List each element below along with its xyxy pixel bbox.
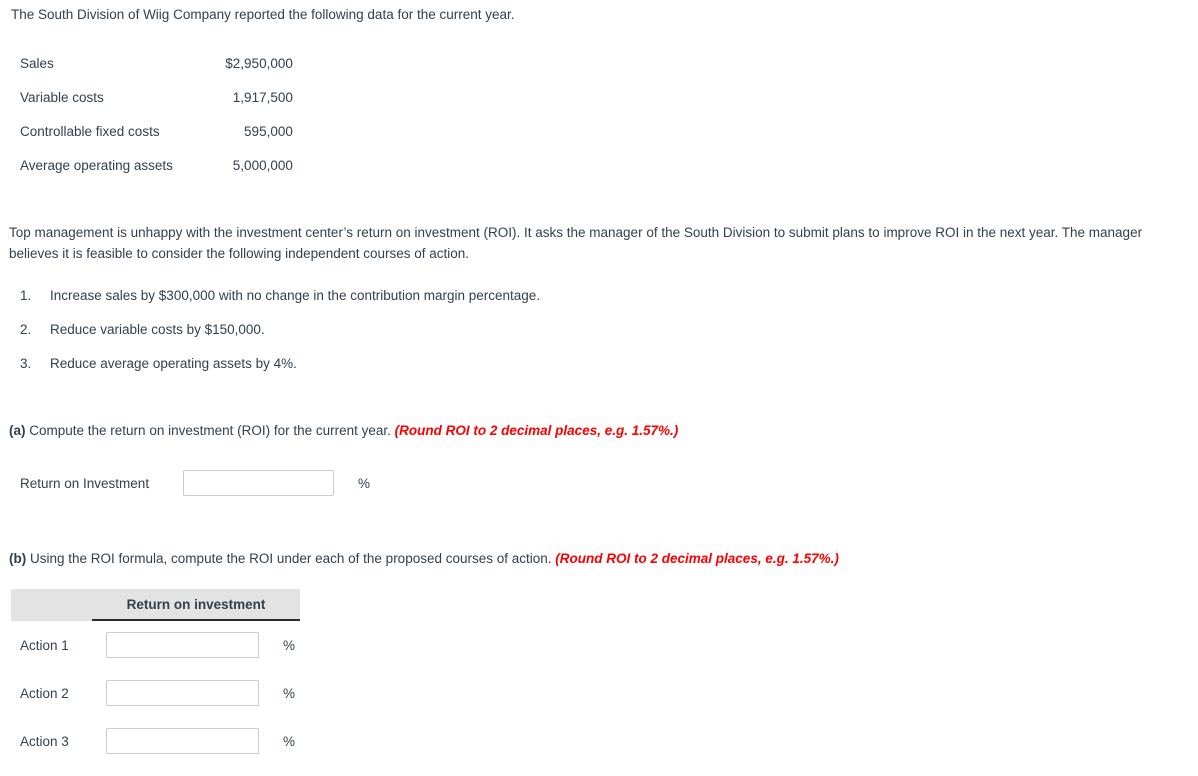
table-row: Variable costs 1,917,500 bbox=[11, 80, 304, 114]
action-2-label: Action 2 bbox=[20, 685, 69, 701]
table-row: Controllable fixed costs 595,000 bbox=[11, 114, 304, 148]
table-row: Action 1 % bbox=[11, 621, 300, 669]
list-item: 2. Reduce variable costs by $150,000. bbox=[11, 322, 711, 356]
list-item-label: Reduce average operating assets by 4%. bbox=[50, 356, 297, 371]
question-b-marker: (b) bbox=[9, 551, 27, 566]
roi-answer-table: Return on investment Action 1 % Action 2… bbox=[11, 589, 300, 765]
table-row: Average operating assets 5,000,000 bbox=[11, 148, 304, 182]
data-row-value: 1,917,500 bbox=[232, 89, 293, 105]
table-row: Sales $2,950,000 bbox=[11, 46, 304, 80]
question-a-prompt: (a) Compute the return on investment (RO… bbox=[9, 422, 678, 440]
list-item-label: Reduce variable costs by $150,000. bbox=[50, 322, 265, 337]
question-b-text: Using the ROI formula, compute the ROI u… bbox=[26, 551, 556, 566]
context-paragraph: Top management is unhappy with the inves… bbox=[9, 225, 1143, 261]
table-row: Action 3 % bbox=[11, 717, 300, 765]
return-on-investment-input[interactable] bbox=[183, 470, 334, 496]
return-on-investment-label: Return on Investment bbox=[20, 475, 150, 491]
percent-symbol: % bbox=[283, 637, 296, 653]
data-row-label: Sales bbox=[20, 55, 54, 71]
data-row-value: 595,000 bbox=[244, 123, 293, 139]
percent-symbol: % bbox=[283, 733, 296, 749]
data-row-value: 5,000,000 bbox=[232, 157, 293, 173]
list-item-label: Increase sales by $300,000 with no chang… bbox=[50, 288, 541, 303]
percent-symbol: % bbox=[358, 475, 371, 491]
list-item-number: 1. bbox=[20, 288, 32, 303]
courses-of-action-list: 1. Increase sales by $300,000 with no ch… bbox=[11, 288, 711, 390]
action-3-input-cell: % bbox=[106, 728, 300, 754]
table-row: Action 2 % bbox=[11, 669, 300, 717]
roi-table-header: Return on investment bbox=[11, 589, 300, 621]
list-item-number: 2. bbox=[20, 322, 32, 337]
action-2-roi-input[interactable] bbox=[106, 680, 259, 706]
data-row-label: Controllable fixed costs bbox=[20, 123, 160, 139]
intro-statement: The South Division of Wiig Company repor… bbox=[11, 7, 515, 22]
action-1-roi-input[interactable] bbox=[106, 632, 259, 658]
action-3-label: Action 3 bbox=[20, 733, 69, 749]
data-row-value: $2,950,000 bbox=[225, 55, 293, 71]
data-row-label: Average operating assets bbox=[20, 157, 173, 173]
action-1-label: Action 1 bbox=[20, 637, 69, 653]
data-row-label: Variable costs bbox=[20, 89, 104, 105]
question-b-prompt: (b) Using the ROI formula, compute the R… bbox=[9, 550, 839, 568]
list-item: 1. Increase sales by $300,000 with no ch… bbox=[11, 288, 711, 322]
roi-column-header: Return on investment bbox=[92, 589, 300, 621]
question-a-rounding-note: (Round ROI to 2 decimal places, e.g. 1.5… bbox=[394, 423, 679, 438]
question-a-text: Compute the return on investment (ROI) f… bbox=[25, 423, 395, 438]
roi-header-blank-cell bbox=[11, 589, 92, 621]
question-b-rounding-note: (Round ROI to 2 decimal places, e.g. 1.5… bbox=[555, 551, 839, 566]
action-3-roi-input[interactable] bbox=[106, 728, 259, 754]
given-data-table: Sales $2,950,000 Variable costs 1,917,50… bbox=[11, 46, 304, 182]
action-1-input-cell: % bbox=[106, 632, 300, 658]
percent-symbol: % bbox=[283, 685, 296, 701]
question-a-marker: (a) bbox=[9, 423, 26, 438]
list-item: 3. Reduce average operating assets by 4%… bbox=[11, 356, 711, 390]
action-2-input-cell: % bbox=[106, 680, 300, 706]
list-item-number: 3. bbox=[20, 356, 32, 371]
return-on-investment-answer-row: Return on Investment % bbox=[11, 470, 370, 496]
